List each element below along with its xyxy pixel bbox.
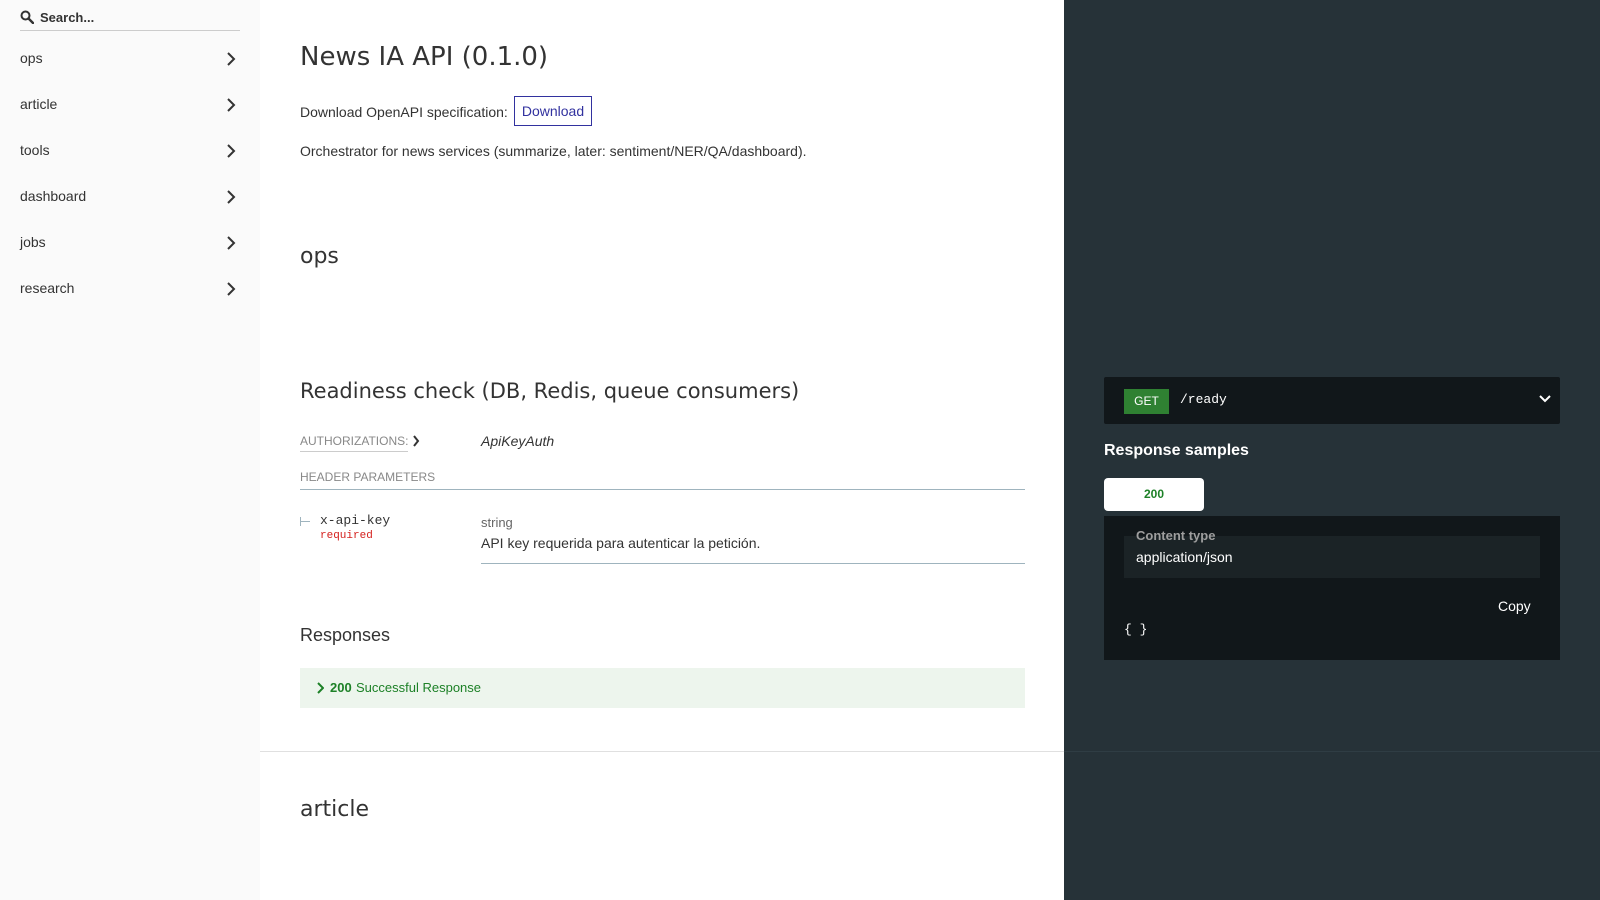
- right-panel: GET /ready Response samples 200 Content …: [1064, 0, 1600, 900]
- param-description: API key requerida para autenticar la pet…: [481, 535, 761, 551]
- api-description: Orchestrator for news services (summariz…: [300, 143, 807, 159]
- search-box: [20, 6, 240, 31]
- sidebar-item-label: tools: [20, 142, 50, 158]
- section-title-article: article: [300, 797, 370, 822]
- sidebar-item-article[interactable]: article: [0, 82, 260, 128]
- authorizations-row: Authorizations: ApiKeyAuth: [300, 433, 1000, 454]
- content-type-label: Content type: [1136, 528, 1216, 543]
- section-divider: [1064, 751, 1600, 752]
- endpoint-toggle[interactable]: GET /ready: [1104, 377, 1560, 424]
- content-type-value: application/json: [1136, 549, 1233, 565]
- chevron-right-icon[interactable]: [412, 435, 420, 447]
- sidebar-item-dashboard[interactable]: dashboard: [0, 174, 260, 220]
- response-sample-panel: Content type application/json Copy { }: [1104, 516, 1560, 660]
- response-description: Successful Response: [356, 680, 482, 695]
- chevron-right-icon: [227, 282, 236, 296]
- param-required-badge: required: [320, 530, 373, 542]
- sidebar-item-label: article: [20, 96, 58, 112]
- sidebar: ops article tools dashboard jobs researc…: [0, 0, 260, 900]
- json-sample: { }: [1124, 622, 1148, 637]
- chevron-right-icon: [227, 52, 236, 66]
- sidebar-item-label: dashboard: [20, 188, 87, 204]
- chevron-right-icon: [227, 190, 236, 204]
- param-tree-line: [300, 521, 310, 522]
- param-divider: [481, 563, 1025, 564]
- content-type-select[interactable]: Content type application/json: [1124, 528, 1540, 578]
- responses-heading: Responses: [300, 625, 391, 645]
- response-samples-heading: Response samples: [1104, 442, 1249, 459]
- chevron-down-icon: [1539, 395, 1551, 403]
- search-icon: [20, 10, 34, 24]
- response-code: 200: [330, 680, 352, 695]
- param-type: string: [481, 515, 513, 530]
- endpoint-path: /ready: [1180, 392, 1227, 407]
- tab-200[interactable]: 200: [1104, 478, 1204, 511]
- response-200-row[interactable]: 200 Successful Response: [300, 668, 1025, 708]
- sidebar-item-ops[interactable]: ops: [0, 36, 260, 82]
- operation-title: Readiness check (DB, Redis, queue consum…: [300, 379, 800, 403]
- download-button[interactable]: Download: [514, 96, 592, 126]
- http-method-badge: GET: [1124, 389, 1169, 414]
- chevron-right-icon: [227, 98, 236, 112]
- authorization-scheme: ApiKeyAuth: [481, 433, 555, 449]
- authorizations-toggle[interactable]: Authorizations:: [300, 434, 409, 452]
- section-title-ops: ops: [300, 244, 339, 269]
- sidebar-item-jobs[interactable]: jobs: [0, 220, 260, 266]
- section-divider: [260, 751, 1064, 752]
- sidebar-item-label: jobs: [20, 234, 46, 250]
- header-parameters-heading: Header Parameters: [300, 470, 1025, 490]
- download-label: Download OpenAPI specification:: [300, 104, 508, 120]
- sidebar-item-label: research: [20, 280, 75, 296]
- param-name: x-api-key: [320, 513, 391, 528]
- main-content: News IA API (0.1.0) Download OpenAPI spe…: [260, 0, 1064, 900]
- sidebar-item-label: ops: [20, 50, 43, 66]
- sidebar-item-research[interactable]: research: [0, 266, 260, 312]
- page-title: News IA API (0.1.0): [300, 42, 549, 72]
- search-input[interactable]: [40, 6, 236, 28]
- chevron-right-icon: [227, 236, 236, 250]
- copy-button[interactable]: Copy: [1498, 598, 1531, 614]
- chevron-right-icon: [227, 144, 236, 158]
- sidebar-item-tools[interactable]: tools: [0, 128, 260, 174]
- chevron-right-icon: [317, 682, 324, 694]
